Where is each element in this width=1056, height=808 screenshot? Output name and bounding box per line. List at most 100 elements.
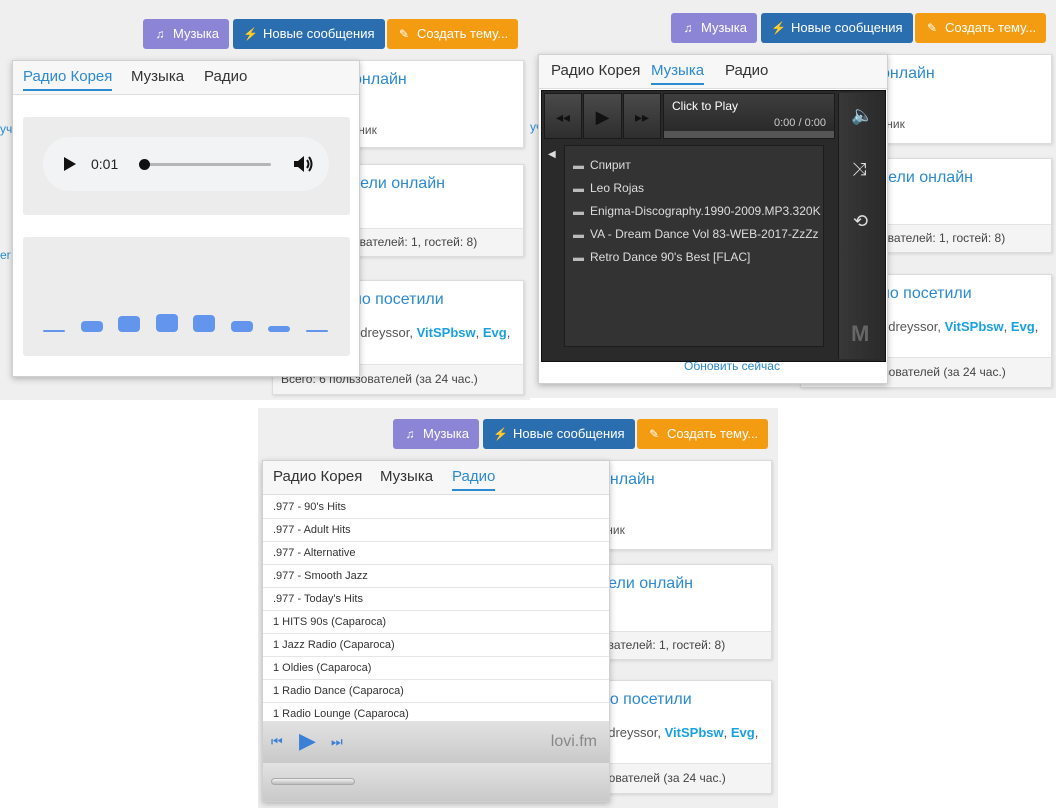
user-link[interactable]: Evg [1011,319,1035,334]
volume-icon[interactable] [293,154,315,174]
card-title[interactable]: но посетили [353,291,444,309]
equalizer-bar [193,315,215,332]
music-note-icon: ♫ [683,21,693,35]
tab-radio-korea[interactable]: Радио Корея [551,62,640,83]
radio-station-item[interactable]: .977 - Alternative [263,542,609,565]
music-popup: Радио Корея Музыка Радио 0:01 [12,60,360,377]
card-title[interactable]: тели онлайн [881,169,973,187]
card-title[interactable]: онлайн [881,65,935,83]
card-title[interactable]: но посетили [601,691,692,709]
folder-item[interactable]: ▬ VA - Dream Dance Vol 83-WEB-2017-ZzZz [573,227,819,241]
audio-seek-bar[interactable] [139,159,271,170]
card-title[interactable]: но посетили [881,285,972,303]
play-button[interactable]: ▶ [583,93,622,139]
visited-users: ndreyssor, VitSPbsw, Evg, [353,325,511,340]
new-messages-button[interactable]: ⚡ Новые сообщения [761,13,913,43]
radio-volume-bar-area [263,763,609,801]
tab-music[interactable]: Музыка [651,62,705,85]
music-tabs: Радио Корея Музыка Радио [13,61,359,95]
visited-users: ndreyssor, VitSPbsw, Evg, [881,319,1039,334]
tab-radio-korea[interactable]: Радио Корея [273,468,362,489]
radio-station-item[interactable]: 1 Radio Dance (Caparoca) [263,680,609,703]
equalizer-bar [118,316,140,332]
tab-radio-korea[interactable]: Радио Корея [23,68,113,91]
lightning-icon: ⚡ [243,27,258,41]
new-messages-button[interactable]: ⚡ Новые сообщения [233,19,385,49]
shuffle-icon[interactable]: ⤨ [852,159,866,180]
create-topic-button[interactable]: ✎ Создать тему... [915,13,1047,43]
create-topic-button[interactable]: ✎ Создать тему... [637,419,769,449]
radio-station-list: .977 - 90's Hits .977 - Adult Hits .977 - … [263,496,609,721]
previous-icon[interactable]: ⏮ [271,734,283,750]
radio-station-item[interactable]: 1 Oldies (Caparoca) [263,657,609,680]
play-icon[interactable] [63,156,77,172]
next-icon[interactable]: ⏭ [331,734,343,750]
tab-music[interactable]: Музыка [380,468,433,489]
radio-player-controls: ⏮ ▶ ⏭ lovi.fm [263,721,609,763]
user-link[interactable]: VitSPbsw [665,725,724,740]
seek-thumb[interactable] [139,159,150,170]
folder-item[interactable]: ▬ Leo Rojas [573,181,644,195]
lightning-icon: ⚡ [771,21,786,35]
radio-station-item[interactable]: 1 HITS 90s (Caparoca) [263,611,609,634]
radio-station-item[interactable]: 1 Jazz Radio (Caparoca) [263,634,609,657]
volume-slider[interactable] [271,778,355,785]
user-link[interactable]: VitSPbsw [417,325,476,340]
folder-item[interactable]: ▬ Enigma-Discography.1990-2009.MP3.320K [573,204,821,218]
card-title[interactable]: тели онлайн [353,175,445,193]
equalizer-bar [268,326,290,332]
music-button[interactable]: ♫ Музыка [393,419,479,449]
card-title[interactable]: онлайн [353,71,407,89]
track-time: 0:00 / 0:00 [774,117,826,129]
rewind-icon: ◂◂ [555,109,571,125]
left-fragment: уч [0,122,13,136]
music-button[interactable]: ♫ Музыка [143,19,229,49]
collapse-arrow-icon[interactable]: ◀ [548,149,556,160]
volume-icon[interactable]: 🔈 [851,105,873,126]
folder-item[interactable]: ▬ Retro Dance 90's Best [FLAC] [573,250,750,264]
track-progress[interactable] [664,131,834,138]
audio-controls: 0:01 [43,137,329,191]
tab-music[interactable]: Музыка [131,68,184,89]
music-button[interactable]: ♫ Музыка [671,13,757,43]
radio-station-item[interactable]: .977 - Smooth Jazz [263,565,609,588]
repeat-icon[interactable]: ⟲ [853,211,868,232]
folder-item[interactable]: ▬ Спирит [573,158,631,172]
card-title[interactable]: тели онлайн [601,575,693,593]
screenshot-panel-radio: ♫ Музыка ⚡ Новые сообщения ✎ Создать тему..… [258,408,778,808]
dark-music-player: ◂◂ ▶ ▸▸ Click to Play 0:00 / 0:00 ◀ ▬ Спи… [541,90,886,362]
create-topic-button[interactable]: ✎ Создать тему... [387,19,519,49]
play-icon: ▶ [595,107,610,127]
lovi-fm-logo: lovi.fm [550,733,597,750]
screenshot-panel-radio-korea: ♫ Музыка ⚡ Новые сообщения ✎ Создать тему..… [0,0,530,400]
audio-player: 0:01 [23,117,350,215]
folder-icon: ▬ [573,160,584,172]
fast-forward-icon: ▸▸ [634,109,650,125]
next-button[interactable]: ▸▸ [623,93,661,139]
equalizer-bar [306,330,328,332]
music-note-icon: ♫ [405,427,415,441]
previous-button[interactable]: ◂◂ [544,93,582,139]
music-note-icon: ♫ [155,27,165,41]
play-icon[interactable]: ▶ [299,728,316,754]
tab-radio[interactable]: Радио [204,68,247,89]
radio-station-item[interactable]: .977 - Adult Hits [263,519,609,542]
radio-station-item[interactable]: .977 - Today's Hits [263,588,609,611]
user-link[interactable]: VitSPbsw [945,319,1004,334]
music-popup: Радио Корея Музыка Радио .977 - 90's Hit… [262,460,610,802]
user-link[interactable]: Evg [483,325,507,340]
radio-station-item[interactable]: .977 - 90's Hits [263,496,609,519]
music-tabs: Радио Корея Музыка Радио [263,461,609,495]
user-link[interactable]: Evg [731,725,755,740]
player-logo: M [851,321,870,346]
equalizer-bar [231,321,253,332]
tab-radio[interactable]: Радио [725,62,768,83]
screenshot-panel-music: ♫ Музыка ⚡ Новые сообщения ✎ Создать тему..… [530,0,1056,398]
folder-icon: ▬ [573,183,584,195]
equalizer-bar [81,321,103,332]
new-messages-button[interactable]: ⚡ Новые сообщения [483,419,635,449]
radio-station-item[interactable]: 1 Radio Lounge (Caparoca) [263,703,609,721]
now-playing-display: Click to Play 0:00 / 0:00 [663,93,835,139]
visited-users: ndreyssor, VitSPbsw, Evg, [601,725,759,740]
tab-radio[interactable]: Радио [452,468,496,491]
